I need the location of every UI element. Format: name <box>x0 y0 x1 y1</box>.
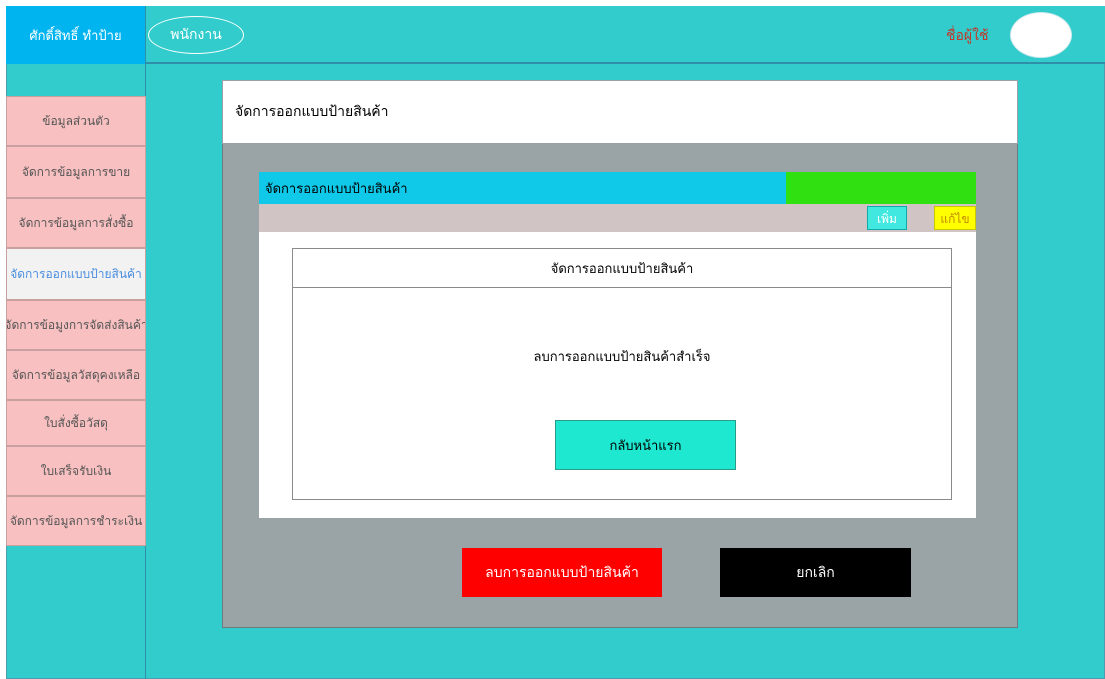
section-title-bar: จัดการออกแบบป้ายสินค้า <box>259 172 786 204</box>
edit-button-label: แก้ไข <box>940 212 970 226</box>
add-button[interactable]: เพิ่ม <box>867 206 907 230</box>
delete-design-label: ลบการออกแบบป้ายสินค้า <box>485 564 639 581</box>
cancel-label: ยกเลิก <box>796 564 835 581</box>
brand-logo: ศักดิ์สิทธิ์ ทำป้าย <box>6 6 146 64</box>
sidebar-item-label: ข้อมูลส่วนตัว <box>42 113 110 128</box>
section-accent-bar <box>786 172 976 204</box>
sidebar-item-label: จัดการข้อมูลวัสดุคงเหลือ <box>11 367 141 382</box>
sidebar-item-label: จัดการข้อมูงการจัดส่งสินค้า <box>6 317 146 332</box>
sidebar-item-materials[interactable]: จัดการข้อมูลวัสดุคงเหลือ <box>6 350 146 400</box>
sidebar-item-label: จัดการข้อมูลการสั่งซื้อ <box>18 215 134 230</box>
delete-design-button[interactable]: ลบการออกแบบป้ายสินค้า <box>462 548 662 597</box>
sidebar-item-label: ใบสั่งซื้อวัสดุ <box>44 415 108 430</box>
sidebar-item-profile[interactable]: ข้อมูลส่วนตัว <box>6 96 146 146</box>
dialog-message: ลบการออกแบบป้ายสินค้าสำเร็จ <box>533 350 711 365</box>
sidebar-item-payments[interactable]: จัดการข้อมูลการชำระเงิน <box>6 496 146 546</box>
dialog-title: จัดการออกแบบป้ายสินค้า <box>292 248 952 288</box>
sidebar-item-sign-design[interactable]: จัดการออกแบบป้ายสินค้า <box>6 248 146 300</box>
username-label[interactable]: ชื่อผู้ใช้ <box>946 25 988 47</box>
edit-button[interactable]: แก้ไข <box>934 206 976 230</box>
cancel-button[interactable]: ยกเลิก <box>720 548 911 597</box>
sidebar-item-label: จัดการออกแบบป้ายสินค้า <box>10 266 142 281</box>
sidebar-item-label: จัดการข้อมูลการชำระเงิน <box>9 513 143 528</box>
role-label: พนักงาน <box>170 27 222 43</box>
sidebar-item-material-orders[interactable]: ใบสั่งซื้อวัสดุ <box>6 400 146 446</box>
sidebar-item-label: ใบเสร็จรับเงิน <box>40 463 112 478</box>
brand-label: ศักดิ์สิทธิ์ ทำป้าย <box>29 28 122 44</box>
sidebar-item-receipts[interactable]: ใบเสร็จรับเงิน <box>6 446 146 496</box>
back-home-label: กลับหน้าแรก <box>609 438 682 454</box>
section-title: จัดการออกแบบป้ายสินค้า <box>265 181 408 197</box>
page-title: จัดการออกแบบป้ายสินค้า <box>222 80 1018 144</box>
back-home-button[interactable]: กลับหน้าแรก <box>555 420 736 470</box>
role-badge[interactable]: พนักงาน <box>148 16 244 54</box>
sidebar-item-orders[interactable]: จัดการข้อมูลการสั่งซื้อ <box>6 198 146 248</box>
avatar[interactable] <box>1010 12 1072 58</box>
sidebar-item-sales[interactable]: จัดการข้อมูลการขาย <box>6 146 146 198</box>
page-title-label: จัดการออกแบบป้ายสินค้า <box>235 104 389 120</box>
sidebar-item-shipping[interactable]: จัดการข้อมูงการจัดส่งสินค้า <box>6 300 146 350</box>
sidebar-item-label: จัดการข้อมูลการขาย <box>21 164 131 179</box>
add-button-label: เพิ่ม <box>877 212 897 226</box>
dialog-title-label: จัดการออกแบบป้ายสินค้า <box>550 261 694 277</box>
